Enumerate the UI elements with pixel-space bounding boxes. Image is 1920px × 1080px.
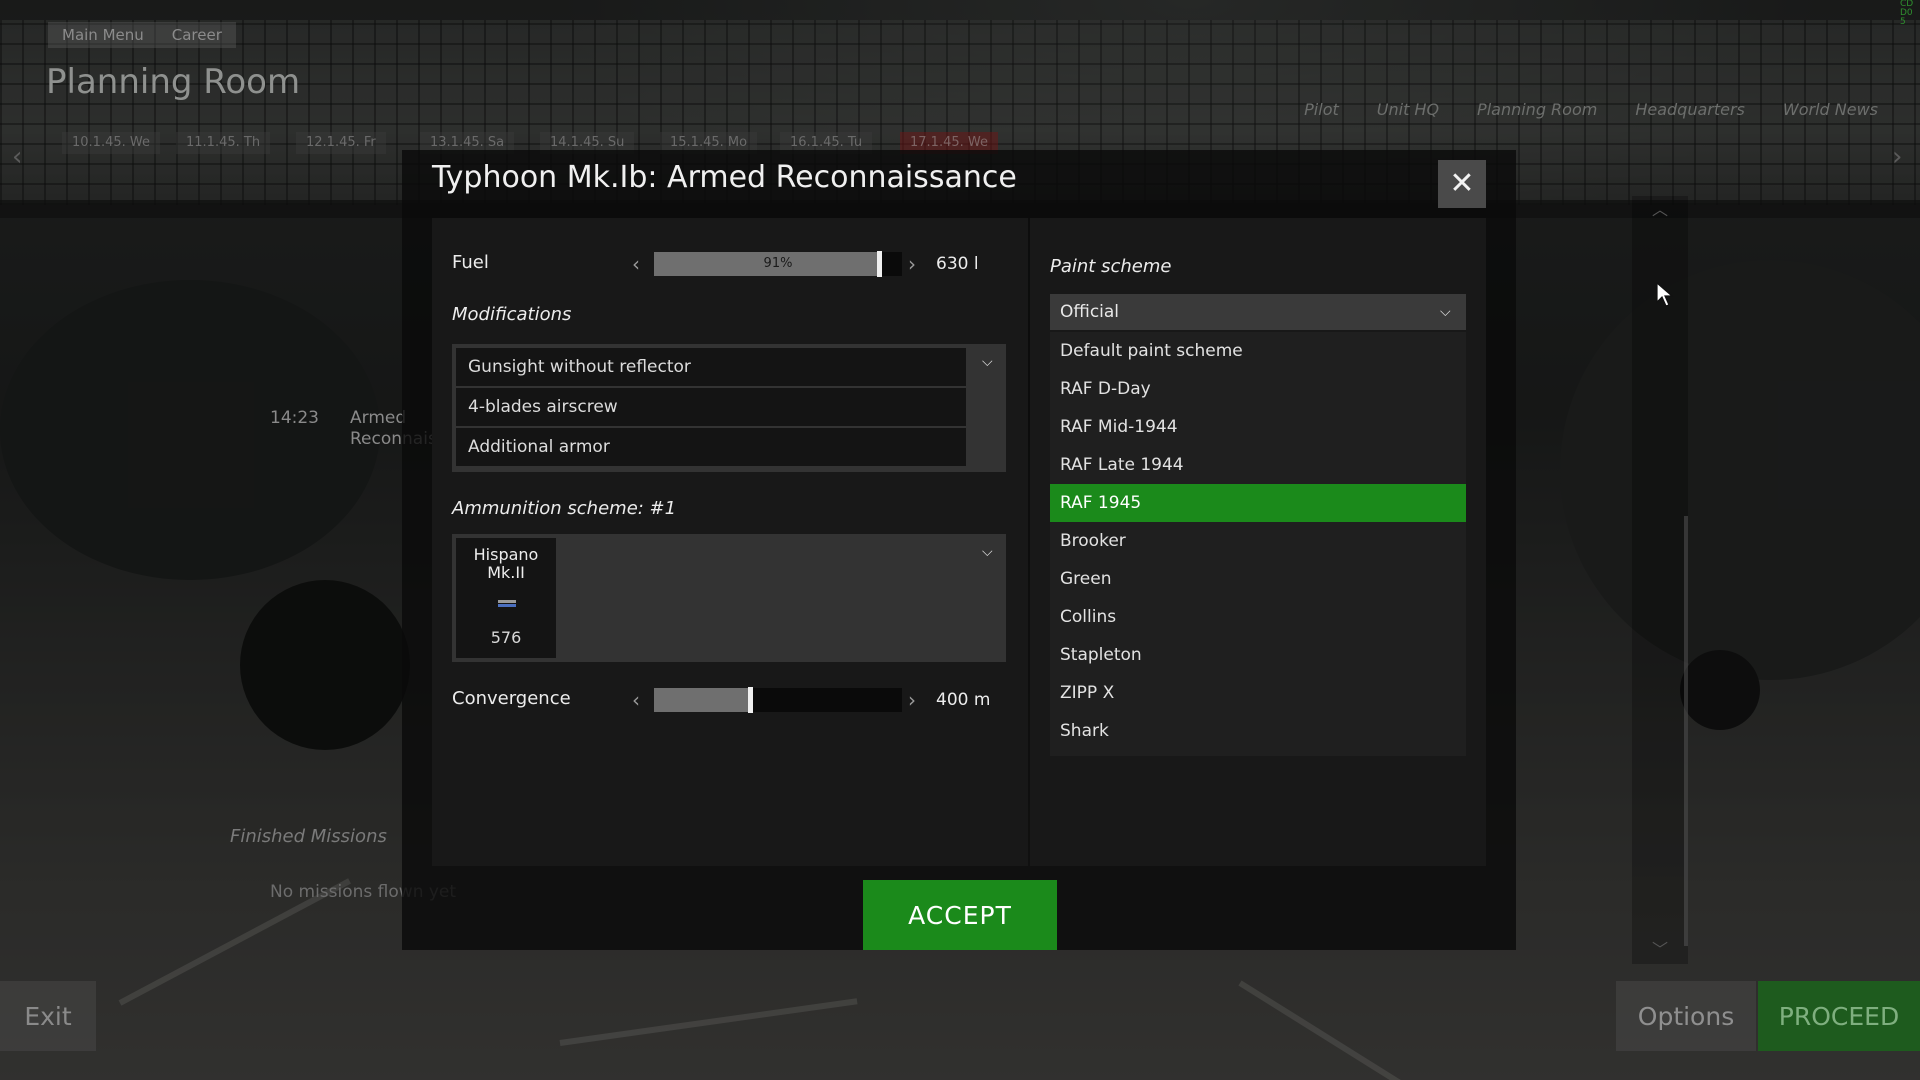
- ammunition-scheme-label: Ammunition scheme: #1: [452, 498, 677, 519]
- convergence-slider-handle[interactable]: [747, 687, 753, 713]
- finished-missions-heading: Finished Missions: [230, 826, 387, 847]
- proceed-button[interactable]: PROCEED: [1758, 981, 1920, 1051]
- nav-world-news[interactable]: World News: [1783, 100, 1878, 119]
- paint-scheme-option[interactable]: ZIPP X: [1050, 674, 1466, 712]
- mouse-cursor-icon: [1656, 282, 1674, 307]
- breadcrumb-main-menu[interactable]: Main Menu: [48, 22, 158, 48]
- ammo-count: 576: [490, 628, 522, 647]
- mission-time: 14:23: [270, 408, 319, 428]
- fuel-slider-track[interactable]: 91%: [654, 251, 902, 277]
- loadout-panel: Fuel ‹ 91% › 630 l Modifications Gunsigh…: [432, 218, 1028, 866]
- breadcrumb: Main Menu Career: [48, 22, 236, 48]
- modification-item[interactable]: 4-blades airscrew: [456, 388, 966, 426]
- modification-item[interactable]: Additional armor: [456, 428, 966, 466]
- fuel-value: 630 l: [936, 254, 979, 274]
- modifications-label: Modifications: [452, 304, 572, 325]
- chevron-right-icon[interactable]: ›: [908, 688, 916, 712]
- paint-scheme-option[interactable]: RAF Mid-1944: [1050, 408, 1466, 446]
- convergence-slider-track[interactable]: [654, 687, 902, 713]
- ammo-card[interactable]: Hispano Mk.II 576: [456, 538, 556, 658]
- fuel-percent: 91%: [763, 256, 793, 271]
- paint-scheme-select[interactable]: Official ⌵: [1050, 294, 1466, 330]
- paint-scheme-option[interactable]: RAF Late 1944: [1050, 446, 1466, 484]
- paint-scheme-option[interactable]: Brooker: [1050, 522, 1466, 560]
- nav-unit-hq[interactable]: Unit HQ: [1377, 100, 1439, 119]
- paint-scheme-option-selected[interactable]: RAF 1945: [1050, 484, 1466, 522]
- convergence-label: Convergence: [452, 688, 571, 709]
- fuel-label: Fuel: [452, 252, 489, 273]
- accept-button[interactable]: ACCEPT: [863, 880, 1057, 950]
- paint-scheme-option[interactable]: Stapleton: [1050, 636, 1466, 674]
- date-chip[interactable]: 12.1.45. Fr: [296, 132, 386, 154]
- chevron-left-icon[interactable]: ‹: [632, 252, 640, 276]
- paint-scheme-option[interactable]: Shark: [1050, 712, 1466, 750]
- chevron-up-icon[interactable]: ︿: [1632, 196, 1688, 220]
- exit-button[interactable]: Exit: [0, 981, 96, 1051]
- paint-scheme-options: Default paint scheme RAF D-Day RAF Mid-194…: [1050, 332, 1466, 756]
- scrollbar-track[interactable]: [1684, 516, 1688, 946]
- page-title: Planning Room: [46, 62, 301, 102]
- nav-planning-room[interactable]: Planning Room: [1477, 100, 1597, 119]
- chevron-left-icon[interactable]: ‹: [632, 688, 640, 712]
- chevron-down-icon[interactable]: ⌵: [982, 354, 993, 370]
- chevron-right-icon[interactable]: ›: [1892, 142, 1902, 172]
- close-icon: ✕: [1449, 166, 1475, 201]
- nav-pilot[interactable]: Pilot: [1304, 100, 1339, 119]
- convergence-value: 400 m: [936, 690, 991, 710]
- chevron-left-icon[interactable]: ‹: [12, 142, 22, 172]
- dialog-title: Typhoon Mk.Ib: Armed Reconnaissance: [432, 160, 1017, 195]
- nav-headquarters[interactable]: Headquarters: [1635, 100, 1745, 119]
- date-chip[interactable]: 11.1.45. Th: [176, 132, 271, 154]
- fuel-slider[interactable]: ‹ 91% › 630 l: [632, 251, 979, 277]
- chevron-down-icon[interactable]: ﹀: [1632, 936, 1688, 960]
- paint-scheme-option[interactable]: Default paint scheme: [1050, 332, 1466, 370]
- paint-scheme-selected-value: Official: [1060, 302, 1120, 322]
- paint-scheme-panel: Paint scheme Official ⌵ Default paint sc…: [1030, 218, 1486, 866]
- paint-scheme-option[interactable]: Collins: [1050, 598, 1466, 636]
- paint-scheme-option[interactable]: Green: [1050, 560, 1466, 598]
- ammunition-dropdown[interactable]: Hispano Mk.II 576 ⌵: [452, 534, 1006, 662]
- bullets-icon: [498, 600, 516, 610]
- top-navigation: Pilot Unit HQ Planning Room Headquarters…: [1304, 100, 1878, 119]
- modification-item[interactable]: Gunsight without reflector: [456, 348, 966, 386]
- chevron-down-icon[interactable]: ⌵: [982, 544, 993, 560]
- modifications-dropdown[interactable]: Gunsight without reflector 4-blades airs…: [452, 344, 1006, 472]
- corner-indicator: CDD05: [1900, 0, 1914, 27]
- date-chip[interactable]: 10.1.45. We: [62, 132, 160, 154]
- scroll-column: ︿ ﹀: [1632, 196, 1688, 964]
- chevron-right-icon[interactable]: ›: [908, 252, 916, 276]
- aircraft-setup-dialog: Typhoon Mk.Ib: Armed Reconnaissance ✕ Fu…: [402, 150, 1516, 950]
- paint-scheme-label: Paint scheme: [1050, 256, 1172, 277]
- chevron-down-icon[interactable]: ⌵: [1440, 294, 1451, 330]
- breadcrumb-career[interactable]: Career: [157, 22, 236, 48]
- paint-scheme-option[interactable]: RAF D-Day: [1050, 370, 1466, 408]
- fuel-slider-handle[interactable]: [876, 251, 882, 277]
- options-button[interactable]: Options: [1616, 981, 1756, 1051]
- convergence-slider-fill: [654, 688, 751, 712]
- weapon-name: Hispano Mk.II: [473, 545, 539, 582]
- close-button[interactable]: ✕: [1438, 160, 1486, 208]
- convergence-slider[interactable]: ‹ › 400 m: [632, 687, 990, 713]
